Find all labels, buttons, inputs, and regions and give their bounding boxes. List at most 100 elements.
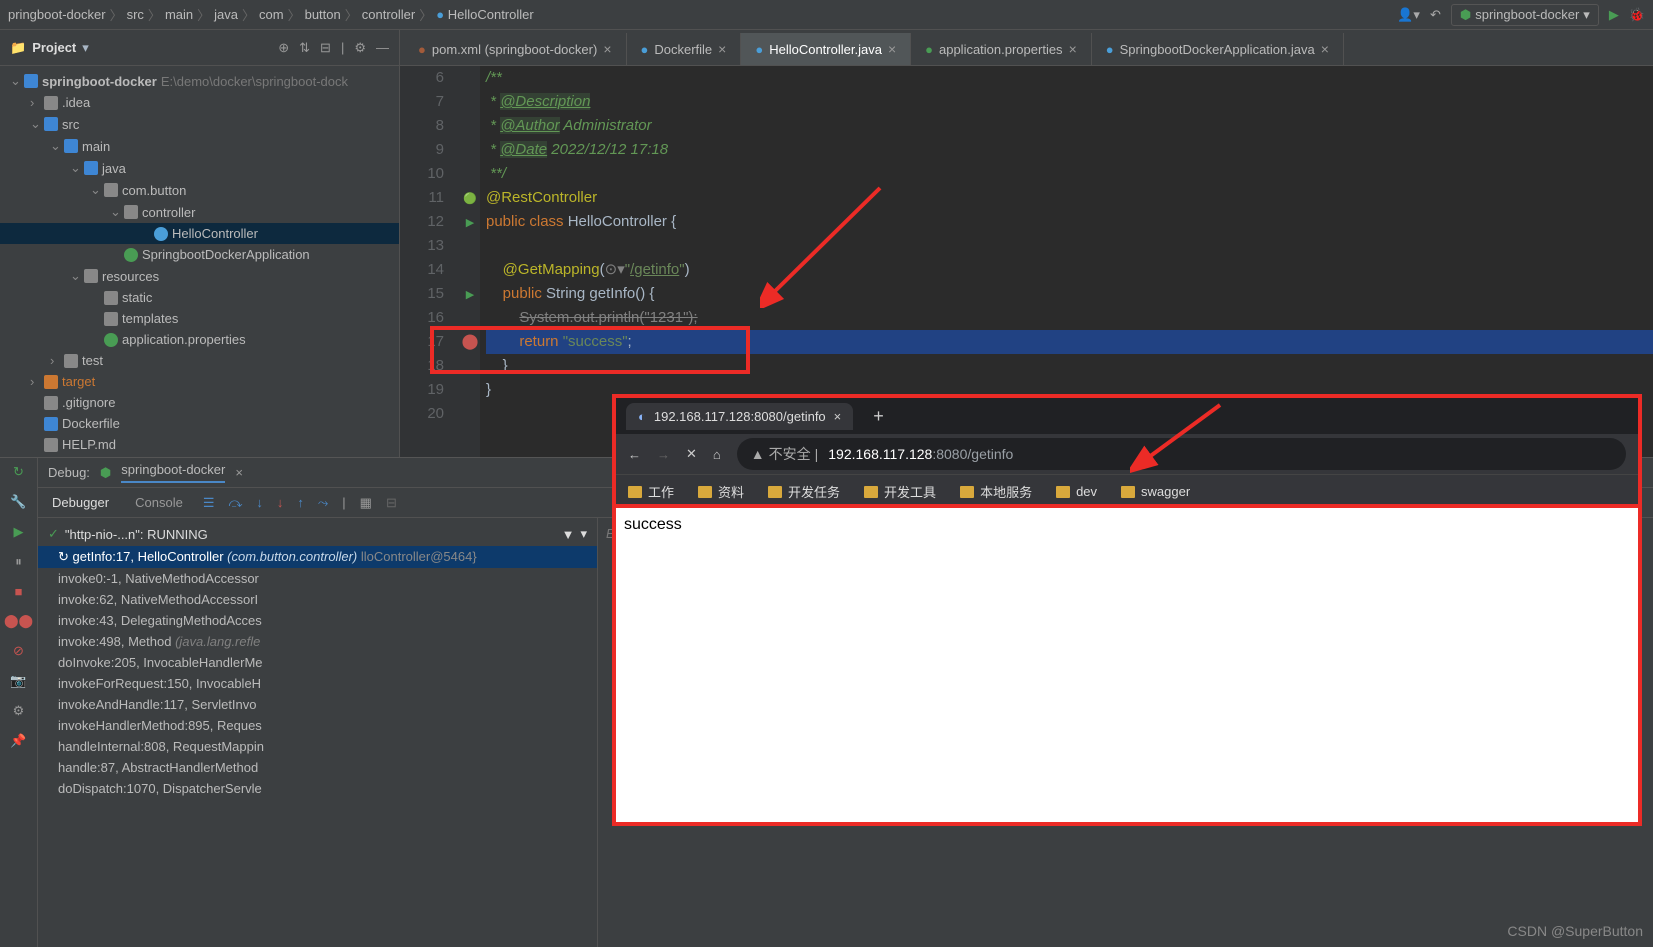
close-icon[interactable]: ×	[235, 465, 243, 480]
breadcrumb-item[interactable]: ● HelloController	[436, 7, 533, 22]
tree-node[interactable]: static	[0, 287, 399, 308]
stack-frame[interactable]: handle:87, AbstractHandlerMethod	[38, 757, 597, 778]
rerun-icon[interactable]: ↻	[13, 464, 24, 480]
tree-node[interactable]: ⌄ src	[0, 113, 399, 135]
stack-frame[interactable]: doDispatch:1070, DispatcherServle	[38, 778, 597, 799]
tree-node[interactable]: SpringbootDockerApplication	[0, 244, 399, 265]
bookmark[interactable]: dev	[1056, 484, 1097, 499]
browser-window: ◐ 192.168.117.128:8080/getinfo × + ← → ✕…	[612, 394, 1642, 826]
stop-icon[interactable]: ■	[15, 584, 23, 599]
tree-node[interactable]: ⌄ controller	[0, 201, 399, 223]
bookmark[interactable]: 开发任务	[768, 482, 840, 501]
tree-node[interactable]: Dockerfile	[0, 413, 399, 434]
tree-node[interactable]: application.properties	[0, 329, 399, 350]
tree-node[interactable]: .gitignore	[0, 392, 399, 413]
run-to-cursor-icon[interactable]: ⤳	[318, 495, 328, 511]
settings-icon[interactable]: ⚙	[354, 40, 366, 56]
close-icon[interactable]: ×	[834, 409, 842, 424]
stack-frame[interactable]: invoke0:-1, NativeMethodAccessor	[38, 568, 597, 589]
stack-frame[interactable]: handleInternal:808, RequestMappin	[38, 736, 597, 757]
run-config-selector[interactable]: ⬢ springboot-docker ▾	[1451, 4, 1599, 26]
bookmark[interactable]: 工作	[628, 482, 674, 501]
camera-icon[interactable]: 📷	[10, 673, 26, 689]
breadcrumb-item[interactable]: com	[259, 7, 284, 22]
stack-frame[interactable]: invokeHandlerMethod:895, Reques	[38, 715, 597, 736]
stack-frame[interactable]: invokeForRequest:150, InvocableH	[38, 673, 597, 694]
breadcrumb-item[interactable]: src	[127, 7, 144, 22]
back-icon[interactable]: ↶	[1430, 7, 1441, 23]
tree-node[interactable]: ⌄ main	[0, 135, 399, 157]
tree-node[interactable]: ⌄ com.button	[0, 179, 399, 201]
stack-frame[interactable]: invokeAndHandle:117, ServletInvo	[38, 694, 597, 715]
bookmark[interactable]: swagger	[1121, 484, 1190, 499]
stack-frame[interactable]: invoke:498, Method (java.lang.refle	[38, 631, 597, 652]
editor-tab[interactable]: ●SpringbootDockerApplication.java×	[1092, 33, 1344, 65]
force-step-icon[interactable]: ↓	[277, 495, 284, 510]
stack-frame[interactable]: invoke:43, DelegatingMethodAcces	[38, 610, 597, 631]
breadcrumb-item[interactable]: java	[214, 7, 238, 22]
pin-icon[interactable]: 📌	[10, 733, 26, 749]
step-over-icon[interactable]: ⤼	[228, 495, 242, 511]
step-into-icon[interactable]: ↓	[256, 495, 263, 510]
tree-node[interactable]: templates	[0, 308, 399, 329]
address-bar[interactable]: ▲ 不安全 | 192.168.117.128:8080/getinfo	[737, 438, 1626, 470]
tree-node[interactable]: › .idea	[0, 92, 399, 113]
back-button[interactable]: ←	[628, 447, 641, 462]
editor-tab[interactable]: ●pom.xml (springboot-docker)×	[404, 33, 627, 65]
locate-icon[interactable]: ⊕	[278, 40, 289, 56]
chevron-down-icon[interactable]: ▾	[580, 526, 587, 542]
tree-node[interactable]: › test	[0, 350, 399, 371]
stack-frame[interactable]: ↻ getInfo:17, HelloController (com.butto…	[38, 546, 597, 568]
chevron-down-icon[interactable]: ▾	[82, 40, 89, 56]
tree-node[interactable]: ⌄ resources	[0, 265, 399, 287]
browser-tab[interactable]: ◐ 192.168.117.128:8080/getinfo ×	[626, 403, 853, 430]
editor-tab[interactable]: ●application.properties×	[911, 33, 1092, 65]
filter-icon[interactable]: ▼	[562, 527, 575, 542]
close-icon[interactable]: ×	[603, 41, 611, 57]
tree-node[interactable]: HelloController	[0, 223, 399, 244]
tree-node[interactable]: › target	[0, 371, 399, 392]
tree-node[interactable]: ⌄ java	[0, 157, 399, 179]
resume-icon[interactable]: ▶	[14, 524, 24, 540]
breadcrumb-item[interactable]: button	[305, 7, 341, 22]
mute-bp-icon[interactable]: ⊘	[13, 643, 24, 659]
new-tab-button[interactable]: +	[873, 406, 884, 427]
editor-tab[interactable]: ●Dockerfile×	[627, 33, 742, 65]
tree-node[interactable]: HELP.md	[0, 434, 399, 455]
pause-icon[interactable]: ⏸	[15, 554, 22, 570]
run-button[interactable]: ▶	[1609, 7, 1619, 23]
bookmark[interactable]: 开发工具	[864, 482, 936, 501]
threads-icon[interactable]: ☰	[203, 495, 215, 511]
close-icon[interactable]: ×	[888, 41, 896, 57]
expand-icon[interactable]: ⇅	[299, 40, 310, 56]
breadcrumb-item[interactable]: pringboot-docker	[8, 7, 106, 22]
collapse-icon[interactable]: ⊟	[320, 40, 331, 56]
hide-icon[interactable]: —	[376, 40, 389, 56]
user-icon[interactable]: 👤▾	[1397, 7, 1420, 23]
close-icon[interactable]: ×	[718, 41, 726, 57]
debug-button[interactable]: 🐞	[1629, 7, 1645, 23]
forward-button[interactable]: →	[657, 447, 670, 462]
breadcrumb-item[interactable]: controller	[362, 7, 415, 22]
tree-node[interactable]: ⌄ springboot-docker E:\demo\docker\sprin…	[0, 70, 399, 92]
close-icon[interactable]: ×	[1321, 41, 1329, 57]
thread-header[interactable]: ✓ "http-nio-...n": RUNNING ▼ ▾	[38, 522, 597, 546]
frames-panel[interactable]: ✓ "http-nio-...n": RUNNING ▼ ▾ ↻ getInfo…	[38, 518, 598, 947]
breadcrumb-item[interactable]: main	[165, 7, 193, 22]
close-icon[interactable]: ×	[1069, 41, 1077, 57]
stop-button[interactable]: ✕	[686, 446, 697, 462]
layout-icon[interactable]: ▦	[360, 495, 372, 511]
tab-debugger[interactable]: Debugger	[46, 491, 115, 514]
tab-console[interactable]: Console	[129, 491, 189, 514]
home-button[interactable]: ⌂	[713, 447, 721, 462]
step-out-icon[interactable]: ↑	[297, 495, 304, 510]
breakpoints-icon[interactable]: ⬤⬤	[4, 613, 33, 629]
stack-frame[interactable]: invoke:62, NativeMethodAccessorI	[38, 589, 597, 610]
stack-frame[interactable]: doInvoke:205, InvocableHandlerMe	[38, 652, 597, 673]
bookmark[interactable]: 资料	[698, 482, 744, 501]
gear-icon[interactable]: ⚙	[13, 703, 25, 719]
editor-tab[interactable]: ●HelloController.java×	[741, 33, 911, 65]
more-icon[interactable]: ⊟	[386, 495, 397, 511]
settings-icon[interactable]: 🔧	[10, 494, 26, 510]
bookmark[interactable]: 本地服务	[960, 482, 1032, 501]
